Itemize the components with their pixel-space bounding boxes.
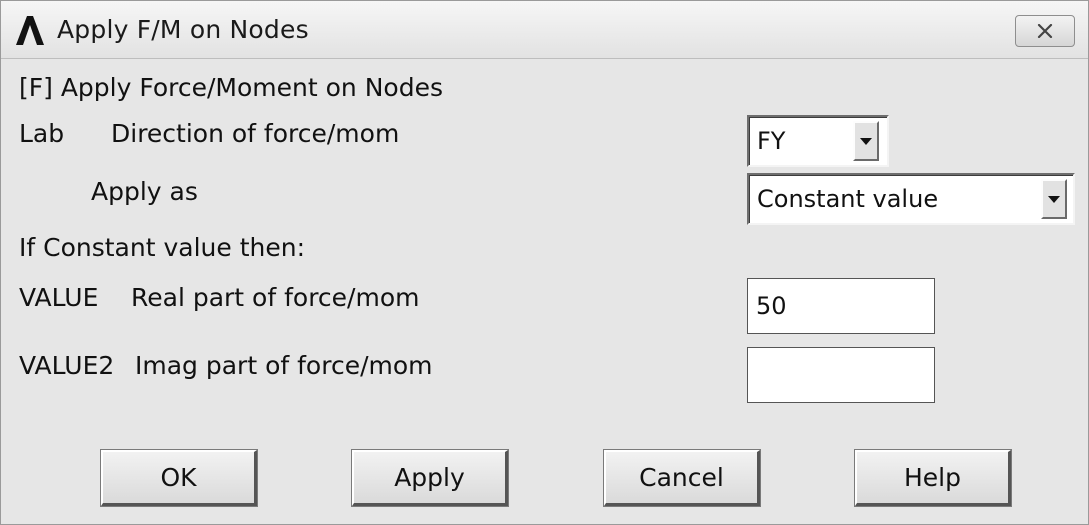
value2-description: Imag part of force/mom: [135, 351, 433, 380]
direction-dropdown-arrow[interactable]: [853, 121, 879, 161]
close-icon: [1037, 24, 1053, 38]
help-button[interactable]: Help: [855, 450, 1011, 506]
direction-dropdown[interactable]: FY: [747, 115, 889, 167]
if-constant-label: If Constant value then:: [19, 233, 305, 262]
value2-input[interactable]: [747, 347, 935, 403]
value2-label: VALUE2: [19, 351, 115, 380]
ansys-logo-icon: [16, 16, 44, 45]
dialog-body: [F] Apply Force/Moment on Nodes Lab Dire…: [7, 59, 1082, 520]
apply-as-dropdown-arrow[interactable]: [1041, 179, 1067, 219]
cancel-button[interactable]: Cancel: [604, 450, 760, 506]
value-description: Real part of force/mom: [131, 283, 420, 312]
apply-as-selected-value: Constant value: [757, 185, 939, 213]
dialog-heading: [F] Apply Force/Moment on Nodes: [19, 73, 443, 102]
chevron-down-icon: [1048, 195, 1060, 203]
ok-button[interactable]: OK: [101, 450, 257, 506]
direction-selected-value: FY: [757, 127, 786, 155]
value-input[interactable]: [747, 278, 935, 334]
dialog-window: Apply F/M on Nodes [F] Apply Force/Momen…: [0, 0, 1089, 525]
title-bar[interactable]: Apply F/M on Nodes: [1, 1, 1088, 59]
lab-label: Lab: [19, 119, 65, 148]
chevron-down-icon: [860, 137, 872, 145]
window-title: Apply F/M on Nodes: [57, 15, 309, 44]
apply-button[interactable]: Apply: [352, 450, 508, 506]
lab-description: Direction of force/mom: [111, 119, 400, 148]
value-label: VALUE: [19, 283, 99, 312]
apply-as-label: Apply as: [91, 177, 198, 206]
apply-as-dropdown[interactable]: Constant value: [747, 173, 1075, 225]
close-button[interactable]: [1015, 15, 1075, 47]
